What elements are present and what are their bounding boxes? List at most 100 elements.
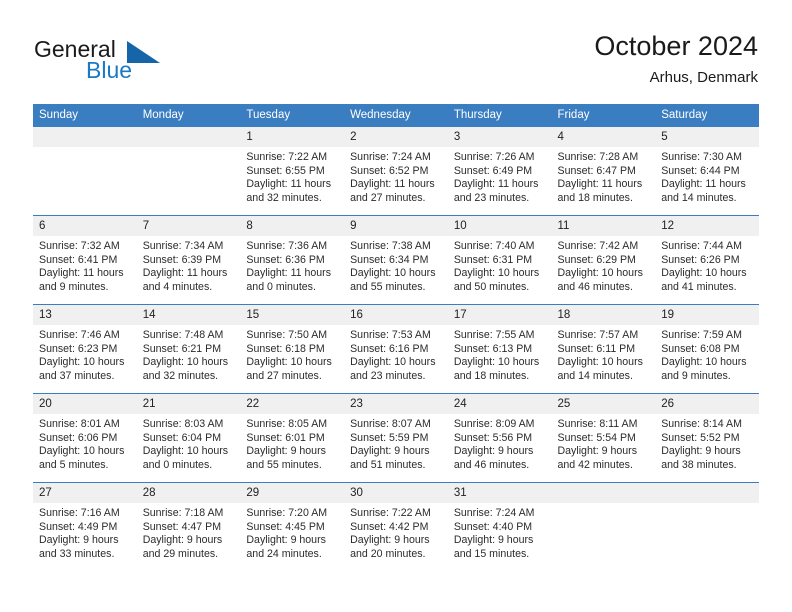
day-sun-info: Sunrise: 8:07 AM Sunset: 5:59 PM Daylight:…: [344, 414, 448, 472]
daylight-duration-line2: and 18 minutes.: [453, 369, 530, 382]
sunrise-time: Sunrise: 7:42 AM: [557, 240, 639, 252]
sunrise-time: Sunrise: 8:11 AM: [557, 418, 638, 430]
calendar-day-cell[interactable]: 15 Sunrise: 7:50 AM Sunset: 6:18 PM Dayligh…: [240, 304, 345, 394]
calendar-day-cell[interactable]: 21 Sunrise: 8:03 AM Sunset: 6:04 PM Dayligh…: [136, 393, 241, 483]
calendar-day-cell[interactable]: 16 Sunrise: 7:53 AM Sunset: 6:16 PM Dayligh…: [344, 304, 448, 394]
calendar-day-cell[interactable]: 25 Sunrise: 8:11 AM Sunset: 5:54 PM Dayligh…: [551, 393, 656, 483]
daylight-duration-line2: and 29 minutes.: [142, 547, 219, 560]
sunset-time: Sunset: 6:29 PM: [557, 253, 636, 266]
calendar-week-row: 6 Sunrise: 7:32 AM Sunset: 6:41 PM Daylight…: [33, 215, 759, 305]
calendar-day-cell[interactable]: 26 Sunrise: 8:14 AM Sunset: 5:52 PM Dayligh…: [655, 393, 759, 483]
calendar-header-row: Sunday Monday Tuesday Wednesday Thursday…: [33, 104, 759, 127]
calendar-day-cell[interactable]: 14 Sunrise: 7:48 AM Sunset: 6:21 PM Dayligh…: [136, 304, 241, 394]
calendar-day-cell[interactable]: 3 Sunrise: 7:26 AM Sunset: 6:49 PM Daylight…: [447, 127, 552, 216]
weekday-header-sunday: Sunday: [33, 104, 137, 127]
calendar-week-row: 27 Sunrise: 7:16 AM Sunset: 4:49 PM Dayligh…: [33, 482, 759, 571]
sunrise-time: Sunrise: 7:20 AM: [246, 507, 328, 519]
daylight-duration-line1: Daylight: 9 hours: [350, 445, 430, 458]
day-number: 4: [551, 127, 656, 147]
sunrise-time: Sunrise: 7:16 AM: [39, 507, 120, 519]
daylight-duration-line1: Daylight: 10 hours: [557, 267, 643, 280]
daylight-duration-line2: and 23 minutes.: [350, 369, 426, 382]
sunrise-time: Sunrise: 7:50 AM: [246, 329, 328, 341]
sunset-time: Sunset: 6:26 PM: [661, 253, 740, 266]
sunset-time: Sunset: 6:06 PM: [39, 431, 118, 444]
daylight-duration-line1: Daylight: 9 hours: [350, 534, 430, 547]
day-number: 9: [344, 216, 448, 236]
day-sun-info: Sunrise: 7:46 AM Sunset: 6:23 PM Daylight:…: [33, 325, 137, 383]
sunset-time: Sunset: 6:55 PM: [246, 164, 325, 177]
day-number: 26: [655, 394, 759, 414]
daylight-duration-line2: and 50 minutes.: [453, 280, 530, 293]
calendar-day-cell[interactable]: 10 Sunrise: 7:40 AM Sunset: 6:31 PM Dayligh…: [447, 215, 552, 305]
daylight-duration-line1: Daylight: 10 hours: [453, 267, 540, 280]
sunrise-time: Sunrise: 7:40 AM: [453, 240, 535, 252]
calendar-day-cell[interactable]: 11 Sunrise: 7:42 AM Sunset: 6:29 PM Dayligh…: [551, 215, 656, 305]
day-sun-info: Sunrise: 7:50 AM Sunset: 6:18 PM Daylight:…: [240, 325, 344, 383]
calendar-day-cell[interactable]: 23 Sunrise: 8:07 AM Sunset: 5:59 PM Dayligh…: [344, 393, 448, 483]
daylight-duration-line2: and 32 minutes.: [142, 369, 219, 382]
sunrise-time: Sunrise: 8:01 AM: [39, 418, 120, 430]
day-sun-info: Sunrise: 7:30 AM Sunset: 6:44 PM Daylight:…: [655, 147, 759, 205]
sunset-time: Sunset: 5:59 PM: [350, 431, 429, 444]
day-number: 19: [655, 305, 759, 325]
sunrise-time: Sunrise: 7:48 AM: [142, 329, 224, 341]
daylight-duration-line1: Daylight: 10 hours: [661, 356, 747, 369]
calendar-day-cell[interactable]: 6 Sunrise: 7:32 AM Sunset: 6:41 PM Daylight…: [33, 215, 137, 305]
sunrise-time: Sunrise: 7:18 AM: [142, 507, 224, 519]
sunset-time: Sunset: 6:49 PM: [453, 164, 533, 177]
daylight-duration-line1: Daylight: 10 hours: [39, 445, 125, 458]
calendar-day-cell[interactable]: 2 Sunrise: 7:24 AM Sunset: 6:52 PM Daylight…: [344, 127, 448, 216]
calendar-day-cell[interactable]: 19 Sunrise: 7:59 AM Sunset: 6:08 PM Dayligh…: [655, 304, 759, 394]
day-sun-info: Sunrise: 7:59 AM Sunset: 6:08 PM Daylight:…: [655, 325, 759, 383]
calendar-day-cell[interactable]: 22 Sunrise: 8:05 AM Sunset: 6:01 PM Dayligh…: [240, 393, 345, 483]
calendar-day-cell[interactable]: 31 Sunrise: 7:24 AM Sunset: 4:40 PM Dayligh…: [447, 482, 552, 571]
calendar-day-cell[interactable]: 5 Sunrise: 7:30 AM Sunset: 6:44 PM Daylight…: [655, 127, 759, 216]
calendar-day-cell[interactable]: 27 Sunrise: 7:16 AM Sunset: 4:49 PM Dayligh…: [33, 482, 137, 571]
daylight-duration-line2: and 23 minutes.: [453, 191, 530, 204]
calendar-day-cell[interactable]: 12 Sunrise: 7:44 AM Sunset: 6:26 PM Dayligh…: [655, 215, 759, 305]
daylight-duration-line2: and 0 minutes.: [246, 280, 316, 293]
sunrise-time: Sunrise: 7:30 AM: [661, 151, 742, 163]
calendar-day-cell[interactable]: 24 Sunrise: 8:09 AM Sunset: 5:56 PM Dayligh…: [447, 393, 552, 483]
sunset-time: Sunset: 6:41 PM: [39, 253, 118, 266]
daylight-duration-line2: and 42 minutes.: [557, 458, 633, 471]
day-sun-info: Sunrise: 7:44 AM Sunset: 6:26 PM Daylight:…: [655, 236, 759, 294]
sunset-time: Sunset: 4:47 PM: [142, 520, 222, 533]
day-sun-info: Sunrise: 7:20 AM Sunset: 4:45 PM Daylight:…: [240, 503, 344, 561]
calendar-day-cell[interactable]: 17 Sunrise: 7:55 AM Sunset: 6:13 PM Dayligh…: [447, 304, 552, 394]
calendar-day-cell[interactable]: 20 Sunrise: 8:01 AM Sunset: 6:06 PM Dayligh…: [33, 393, 137, 483]
sunset-time: Sunset: 6:52 PM: [350, 164, 429, 177]
day-sun-info: Sunrise: 7:57 AM Sunset: 6:11 PM Daylight:…: [552, 325, 656, 383]
sunrise-time: Sunrise: 7:22 AM: [246, 151, 328, 163]
day-number: 7: [136, 216, 241, 236]
calendar-day-cell[interactable]: 1 Sunrise: 7:22 AM Sunset: 6:55 PM Daylight…: [240, 127, 345, 216]
calendar-day-cell[interactable]: 13 Sunrise: 7:46 AM Sunset: 6:23 PM Dayligh…: [33, 304, 137, 394]
day-sun-info: Sunrise: 7:32 AM Sunset: 6:41 PM Daylight:…: [33, 236, 137, 294]
sunset-time: Sunset: 6:23 PM: [39, 342, 118, 355]
day-number: 13: [33, 305, 137, 325]
calendar-page: General Blue October 2024 Arhus, Denmark…: [0, 0, 792, 612]
calendar-day-cell[interactable]: 9 Sunrise: 7:38 AM Sunset: 6:34 PM Daylight…: [344, 215, 448, 305]
calendar-day-cell[interactable]: 30 Sunrise: 7:22 AM Sunset: 4:42 PM Dayligh…: [344, 482, 448, 571]
sunset-time: Sunset: 6:11 PM: [557, 342, 636, 355]
calendar-day-cell[interactable]: 28 Sunrise: 7:18 AM Sunset: 4:47 PM Dayligh…: [136, 482, 241, 571]
day-number: 20: [33, 394, 137, 414]
calendar-day-cell[interactable]: 4 Sunrise: 7:28 AM Sunset: 6:47 PM Daylight…: [551, 127, 656, 216]
general-blue-logo[interactable]: General Blue: [34, 36, 214, 86]
calendar-day-cell[interactable]: 18 Sunrise: 7:57 AM Sunset: 6:11 PM Dayligh…: [551, 304, 656, 394]
day-number: 30: [344, 483, 448, 503]
logo-text-blue: Blue: [86, 57, 133, 83]
weekday-header-saturday: Saturday: [655, 104, 759, 127]
day-number: [655, 483, 759, 503]
calendar-day-cell[interactable]: 29 Sunrise: 7:20 AM Sunset: 4:45 PM Dayligh…: [240, 482, 345, 571]
calendar-day-cell[interactable]: 7 Sunrise: 7:34 AM Sunset: 6:39 PM Daylight…: [136, 215, 241, 305]
daylight-duration-line2: and 37 minutes.: [39, 369, 115, 382]
calendar-day-cell[interactable]: 8 Sunrise: 7:36 AM Sunset: 6:36 PM Daylight…: [240, 215, 345, 305]
daylight-duration-line2: and 20 minutes.: [350, 547, 426, 560]
day-sun-info: Sunrise: 8:05 AM Sunset: 6:01 PM Daylight:…: [240, 414, 344, 472]
page-subtitle: Arhus, Denmark: [649, 69, 758, 86]
day-number: 31: [447, 483, 552, 503]
weekday-header-friday: Friday: [551, 104, 656, 127]
sunset-time: Sunset: 6:36 PM: [246, 253, 325, 266]
